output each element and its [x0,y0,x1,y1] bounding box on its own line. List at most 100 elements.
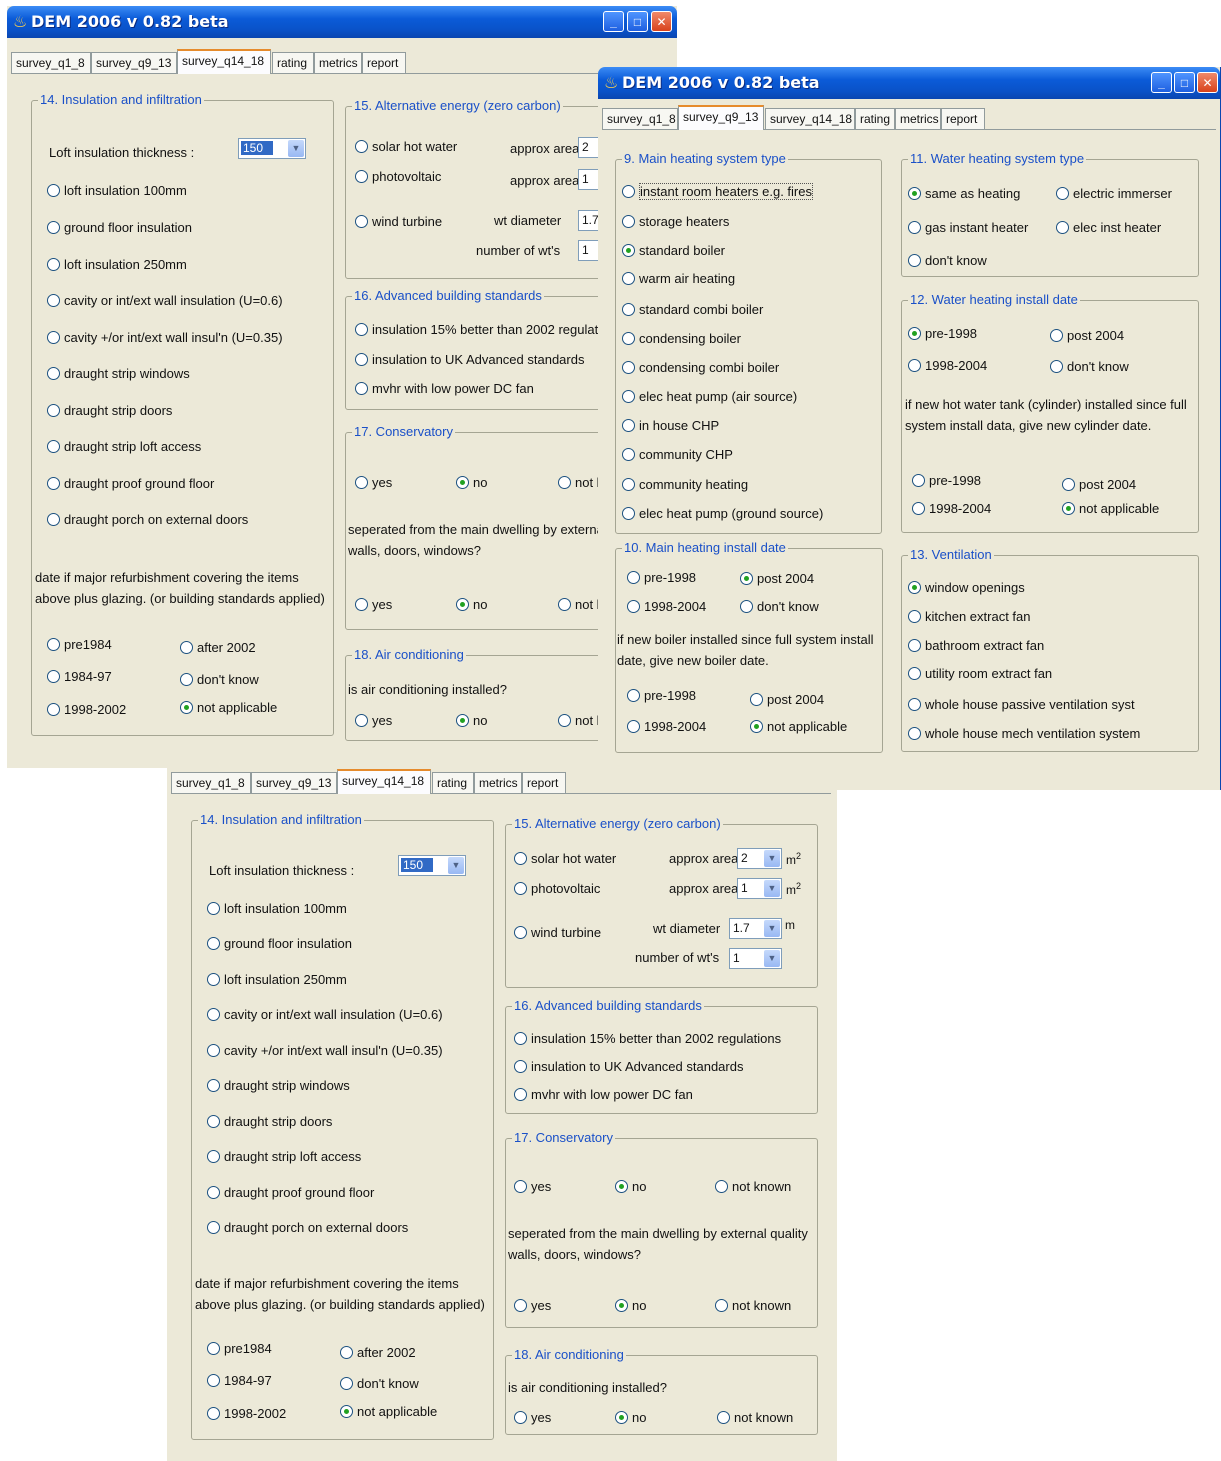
q11-dont-know[interactable]: don't know [908,253,987,268]
separated-no[interactable]: no [456,597,487,612]
tab-report[interactable]: report [941,108,985,129]
q16-option[interactable]: insulation 15% better than 2002 regulati… [355,322,599,337]
q9-option[interactable]: community heating [622,477,748,492]
q14-option[interactable]: draught strip windows [207,1078,350,1093]
q10-new-pre-1998[interactable]: pre-1998 [627,688,696,703]
q14-option[interactable]: loft insulation 100mm [207,901,347,916]
q16-option[interactable]: mvhr with low power DC fan [514,1087,693,1102]
date-1998-2002[interactable]: 1998-2002 [47,702,126,717]
ac-no[interactable]: no [615,1410,646,1425]
wind-turbine-radio[interactable]: wind turbine [514,925,601,940]
q11-elec-inst-heater[interactable]: elec inst heater [1056,220,1161,235]
close-button[interactable]: ✕ [1197,72,1218,93]
date-pre1984[interactable]: pre1984 [207,1341,272,1356]
conservatory-no[interactable]: no [456,475,487,490]
q10-1998-2004[interactable]: 1998-2004 [627,599,706,614]
minimize-button[interactable]: _ [603,11,624,32]
ac-yes[interactable]: yes [514,1410,551,1425]
q9-option[interactable]: elec heat pump (air source) [622,389,797,404]
q9-option[interactable]: condensing combi boiler [622,360,779,375]
q13-option[interactable]: whole house mech ventilation system [908,726,1140,741]
q9-option[interactable]: standard boiler [622,243,725,258]
date-after-2002[interactable]: after 2002 [180,640,256,655]
q10-pre-1998[interactable]: pre-1998 [627,570,696,585]
title-bar[interactable]: ♨ DEM 2006 v 0.82 beta _ □ ✕ [598,67,1220,99]
q14-option[interactable]: draught proof ground floor [47,476,214,491]
loft-thickness-select[interactable]: 150 ▼ [238,138,306,159]
separated-not-known[interactable]: not known [715,1298,791,1313]
title-bar[interactable]: ♨ DEM 2006 v 0.82 beta _ □ ✕ [7,6,677,38]
date-not-applicable[interactable]: not applicable [180,700,277,715]
tab-metrics[interactable]: metrics [314,52,362,73]
tab-survey-q9-13[interactable]: survey_q9_13 [91,52,177,73]
maximize-button[interactable]: □ [627,11,648,32]
separated-yes[interactable]: yes [355,597,392,612]
q14-option[interactable]: draught strip doors [207,1114,332,1129]
q14-option[interactable]: draught strip doors [47,403,172,418]
q16-option[interactable]: insulation 15% better than 2002 regulati… [514,1031,781,1046]
q14-option[interactable]: draught strip windows [47,366,190,381]
q14-option[interactable]: cavity +/or int/ext wall insul'n (U=0.35… [207,1043,443,1058]
tab-report[interactable]: report [362,52,406,73]
conservatory-not-known[interactable]: not known [558,475,599,490]
separated-yes[interactable]: yes [514,1298,551,1313]
q11-same-as-heating[interactable]: same as heating [908,186,1020,201]
q9-option[interactable]: in house CHP [622,418,719,433]
q10-post-2004[interactable]: post 2004 [740,571,814,586]
tab-survey-q14-18[interactable]: survey_q14_18 [765,108,855,129]
minimize-button[interactable]: _ [1151,72,1172,93]
q10-dont-know[interactable]: don't know [740,599,819,614]
date-1984-97[interactable]: 1984-97 [207,1373,272,1388]
q10-new-post-2004[interactable]: post 2004 [750,692,824,707]
tab-survey-q9-13[interactable]: survey_q9_13 [678,105,764,130]
q14-option[interactable]: loft insulation 250mm [47,257,187,272]
maximize-button[interactable]: □ [1174,72,1195,93]
q14-option[interactable]: draught strip loft access [207,1149,361,1164]
date-dont-know[interactable]: don't know [180,672,259,687]
wt-diameter-select[interactable]: 1.7 ▼ [729,918,782,939]
date-after-2002[interactable]: after 2002 [340,1345,416,1360]
q9-option[interactable]: community CHP [622,447,733,462]
ac-not-known[interactable]: not known [558,713,599,728]
tab-survey-q9-13[interactable]: survey_q9_13 [251,772,337,793]
pv-area-select[interactable]: 1 [578,169,599,190]
loft-thickness-select[interactable]: 150 ▼ [398,855,466,876]
num-wt-select[interactable]: 1 ▼ [729,948,782,969]
q14-option[interactable]: loft insulation 250mm [207,972,347,987]
close-button[interactable]: ✕ [651,11,672,32]
solar-hot-water-radio[interactable]: solar hot water [355,139,457,154]
q9-option[interactable]: instant room heaters e.g. fires [622,183,813,200]
q14-option[interactable]: draught porch on external doors [47,512,248,527]
solar-area-select[interactable]: 2 ▼ [737,848,782,869]
chevron-down-icon[interactable]: ▼ [764,880,780,897]
q12-dont-know[interactable]: don't know [1050,359,1129,374]
photovoltaic-radio[interactable]: photovoltaic [514,881,600,896]
q9-option[interactable]: condensing boiler [622,331,741,346]
q16-option[interactable]: insulation to UK Advanced standards [355,352,584,367]
ac-no[interactable]: no [456,713,487,728]
q14-option[interactable]: ground floor insulation [207,936,352,951]
conservatory-yes[interactable]: yes [355,475,392,490]
tab-rating[interactable]: rating [432,772,474,793]
num-wt-select[interactable]: 1 [578,240,599,261]
q12-new-1998-2004[interactable]: 1998-2004 [912,501,991,516]
ac-yes[interactable]: yes [355,713,392,728]
q10-new-1998-2004[interactable]: 1998-2004 [627,719,706,734]
solar-hot-water-radio[interactable]: solar hot water [514,851,616,866]
q10-new-not-applicable[interactable]: not applicable [750,719,847,734]
q14-option[interactable]: ground floor insulation [47,220,192,235]
q9-option[interactable]: warm air heating [622,271,735,286]
q12-pre-1998[interactable]: pre-1998 [908,326,977,341]
date-1998-2002[interactable]: 1998-2002 [207,1406,286,1421]
tab-metrics[interactable]: metrics [474,772,522,793]
q14-option[interactable]: loft insulation 100mm [47,183,187,198]
ac-not-known[interactable]: not known [717,1410,793,1425]
date-dont-know[interactable]: don't know [340,1376,419,1391]
tab-metrics[interactable]: metrics [895,108,941,129]
pv-area-select[interactable]: 1 ▼ [737,878,782,899]
chevron-down-icon[interactable]: ▼ [764,950,780,967]
conservatory-yes[interactable]: yes [514,1179,551,1194]
q14-option[interactable]: draught strip loft access [47,439,201,454]
wind-turbine-radio[interactable]: wind turbine [355,214,442,229]
q9-option[interactable]: standard combi boiler [622,302,763,317]
